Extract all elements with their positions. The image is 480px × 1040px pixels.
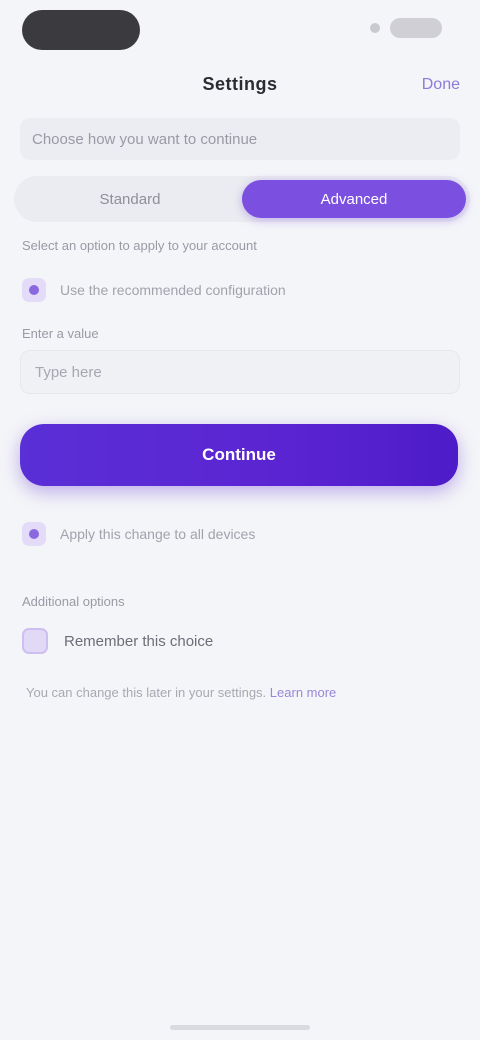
radio-icon bbox=[22, 278, 46, 302]
footnote-text: You can change this later in your settin… bbox=[26, 685, 267, 700]
value-field[interactable] bbox=[20, 350, 460, 394]
context-text: Choose how you want to continue bbox=[32, 130, 258, 148]
option-label: Use the recommended configuration bbox=[60, 282, 286, 298]
context-card: Choose how you want to continue bbox=[20, 118, 460, 160]
segment-standard[interactable]: Standard bbox=[18, 180, 242, 218]
checkbox[interactable] bbox=[22, 628, 48, 654]
segmented-control: Standard Advanced bbox=[14, 176, 470, 222]
status-indicators bbox=[370, 18, 442, 38]
signal-icon bbox=[370, 23, 380, 33]
footnote: You can change this later in your settin… bbox=[26, 684, 440, 702]
option-row[interactable]: Use the recommended configuration bbox=[22, 278, 460, 302]
remember-label: Remember this choice bbox=[64, 632, 214, 650]
remember-row[interactable]: Remember this choice bbox=[22, 628, 460, 654]
option-row[interactable]: Apply this change to all devices bbox=[22, 522, 460, 546]
home-indicator bbox=[170, 1025, 310, 1030]
dynamic-island bbox=[22, 10, 140, 50]
radio-icon bbox=[22, 522, 46, 546]
segment-advanced[interactable]: Advanced bbox=[242, 180, 466, 218]
section-label: Additional options bbox=[22, 594, 125, 609]
section-label: Select an option to apply to your accoun… bbox=[22, 238, 257, 253]
field-label: Enter a value bbox=[22, 326, 99, 341]
option-label: Apply this change to all devices bbox=[60, 526, 256, 542]
battery-icon bbox=[390, 18, 442, 38]
learn-more-link[interactable]: Learn more bbox=[270, 685, 336, 700]
continue-button[interactable]: Continue bbox=[20, 424, 458, 486]
nav-bar: Settings Done bbox=[0, 64, 480, 108]
status-bar bbox=[0, 0, 480, 60]
value-input[interactable] bbox=[35, 363, 445, 381]
done-button[interactable]: Done bbox=[422, 76, 460, 94]
page-title: Settings bbox=[202, 74, 278, 94]
app-screen: Settings Done Choose how you want to con… bbox=[0, 0, 480, 1040]
